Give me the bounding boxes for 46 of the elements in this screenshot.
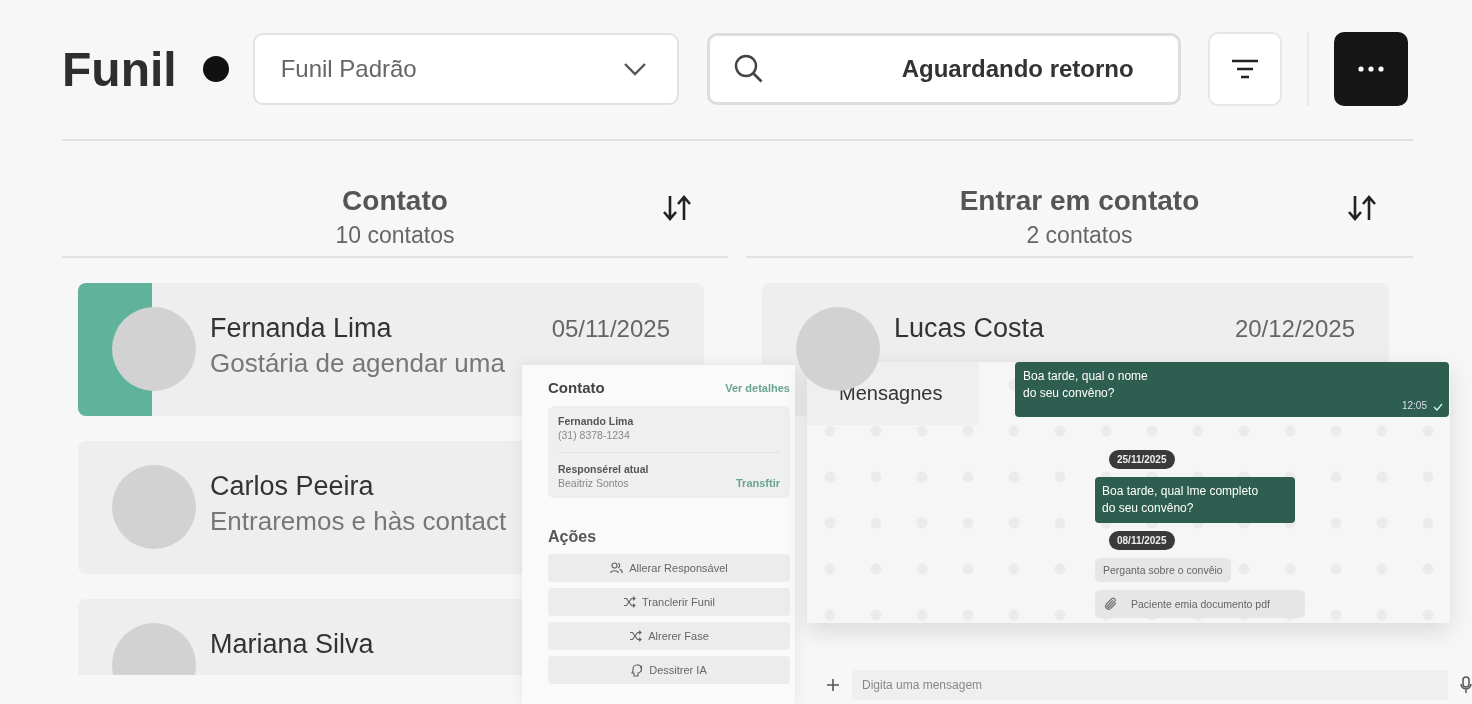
contact-date: 20/12/2025 [1234, 315, 1355, 343]
search-field[interactable]: Aguardando retorno [706, 33, 1181, 105]
action-button[interactable]: Tranclerir Funil [548, 588, 790, 616]
contact-phone: (31) 8378-1234 [558, 429, 631, 441]
contact-count: 10 contatos [335, 221, 455, 250]
contact-name: Fernando Lima [558, 415, 635, 427]
contact-name: Lucas Costa [894, 313, 1045, 344]
column-title: Contato [342, 184, 448, 218]
actions-title: Ações [548, 528, 598, 546]
contact-name: Fernanda Lima [210, 313, 392, 344]
sort-icon[interactable] [1347, 194, 1377, 222]
more-button[interactable] [1333, 32, 1408, 106]
more-icon [1357, 66, 1384, 72]
event-note: Perganta sobre o convêio [1095, 558, 1231, 582]
page-title: Funil [62, 41, 177, 97]
status-dot-icon [202, 56, 229, 82]
paperclip-icon [1103, 596, 1119, 612]
action-button[interactable]: Alrerer Fase [548, 622, 790, 650]
responsible-name: Beaitriz Sontos [558, 477, 629, 489]
plus-icon[interactable] [826, 678, 840, 692]
people-icon [610, 562, 624, 574]
chevron-down-icon [622, 62, 647, 76]
message-bubble: Boa tarde, qual o nome do seu convêno? 12:05 [1015, 362, 1449, 417]
microphone-icon[interactable] [1460, 676, 1472, 694]
shuffle-icon [629, 630, 643, 642]
contact-name: Carlos Peeira [210, 471, 374, 502]
panel-title: Contato [548, 379, 605, 396]
action-button[interactable]: Dessitrer IA [548, 656, 790, 684]
attachment-note[interactable]: Paciente emia documento pdf [1095, 590, 1305, 618]
contact-count: 2 contatos [1026, 221, 1133, 250]
column-title: Entrar em contato [959, 184, 1200, 218]
contact-date: 05/11/2025 [551, 315, 670, 343]
shuffle-icon [623, 596, 636, 608]
message-input[interactable]: Digita uma mensagem [852, 670, 1448, 700]
funnel-select[interactable]: Funil Padrão [252, 33, 679, 105]
responsible-label: Responsérel atual [558, 463, 650, 475]
message-preview: Gostária de agendar uma [210, 348, 505, 379]
date-chip: 25/11/2025 [1109, 450, 1175, 469]
message-preview: Entraremos e hàs contact [210, 506, 507, 537]
contact-name: Mariana Silva [210, 629, 374, 660]
message-bubble: Boa tarde, qual lme completo do seu convêno? [1095, 477, 1295, 523]
filter-icon [1230, 58, 1259, 80]
search-icon [733, 54, 764, 84]
date-chip: 08/11/2025 [1109, 531, 1175, 550]
sort-icon[interactable] [662, 194, 692, 222]
action-button[interactable]: Allerar Responsável [548, 554, 790, 582]
